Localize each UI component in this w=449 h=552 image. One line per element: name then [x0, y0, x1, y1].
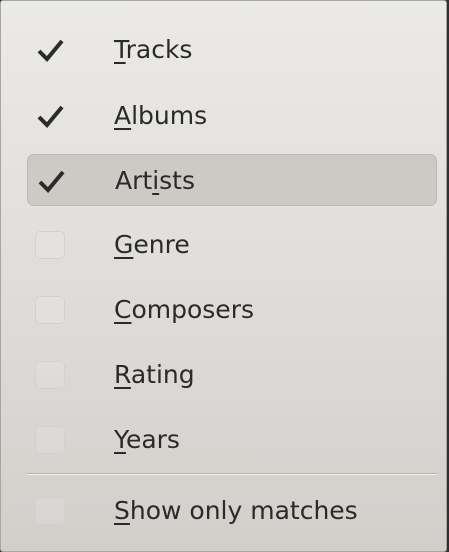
menu-item-label: Show only matches — [114, 496, 358, 525]
check-icon — [37, 39, 64, 62]
menu-item-years[interactable]: Years — [27, 414, 437, 466]
check-icon — [37, 105, 64, 128]
composers-checkbox[interactable] — [35, 296, 65, 324]
rating-checkbox[interactable] — [35, 361, 65, 389]
menu-item-label: Genre — [114, 230, 190, 259]
show-only-matches-checkbox[interactable] — [35, 497, 65, 525]
menu-item-show-only-matches[interactable]: Show only matches — [27, 485, 437, 537]
menu-item-genre[interactable]: Genre — [27, 219, 437, 271]
menu-item-label: Albums — [114, 101, 208, 130]
check-icon — [38, 170, 65, 193]
menu-item-rating[interactable]: Rating — [27, 349, 437, 401]
menu-item-tracks[interactable]: Tracks — [27, 24, 437, 76]
menu-item-albums[interactable]: Albums — [27, 90, 437, 142]
menu-item-label: Tracks — [114, 35, 193, 64]
menu-item-label: Composers — [114, 295, 254, 324]
tracks-checkbox[interactable] — [35, 36, 65, 64]
menu-separator — [27, 473, 437, 475]
menu-item-label: Years — [114, 425, 180, 454]
menu-item-label: Rating — [114, 360, 195, 389]
menu-item-label: Artists — [115, 166, 195, 195]
genre-checkbox[interactable] — [35, 231, 65, 259]
menu-item-composers[interactable]: Composers — [27, 284, 437, 336]
menu-item-artists[interactable]: Artists — [27, 154, 437, 206]
years-checkbox[interactable] — [35, 426, 65, 454]
albums-checkbox[interactable] — [35, 102, 65, 130]
artists-checkbox[interactable] — [36, 167, 66, 195]
search-filter-menu: Tracks Albums Artists Genre Composers Ra… — [0, 0, 447, 552]
